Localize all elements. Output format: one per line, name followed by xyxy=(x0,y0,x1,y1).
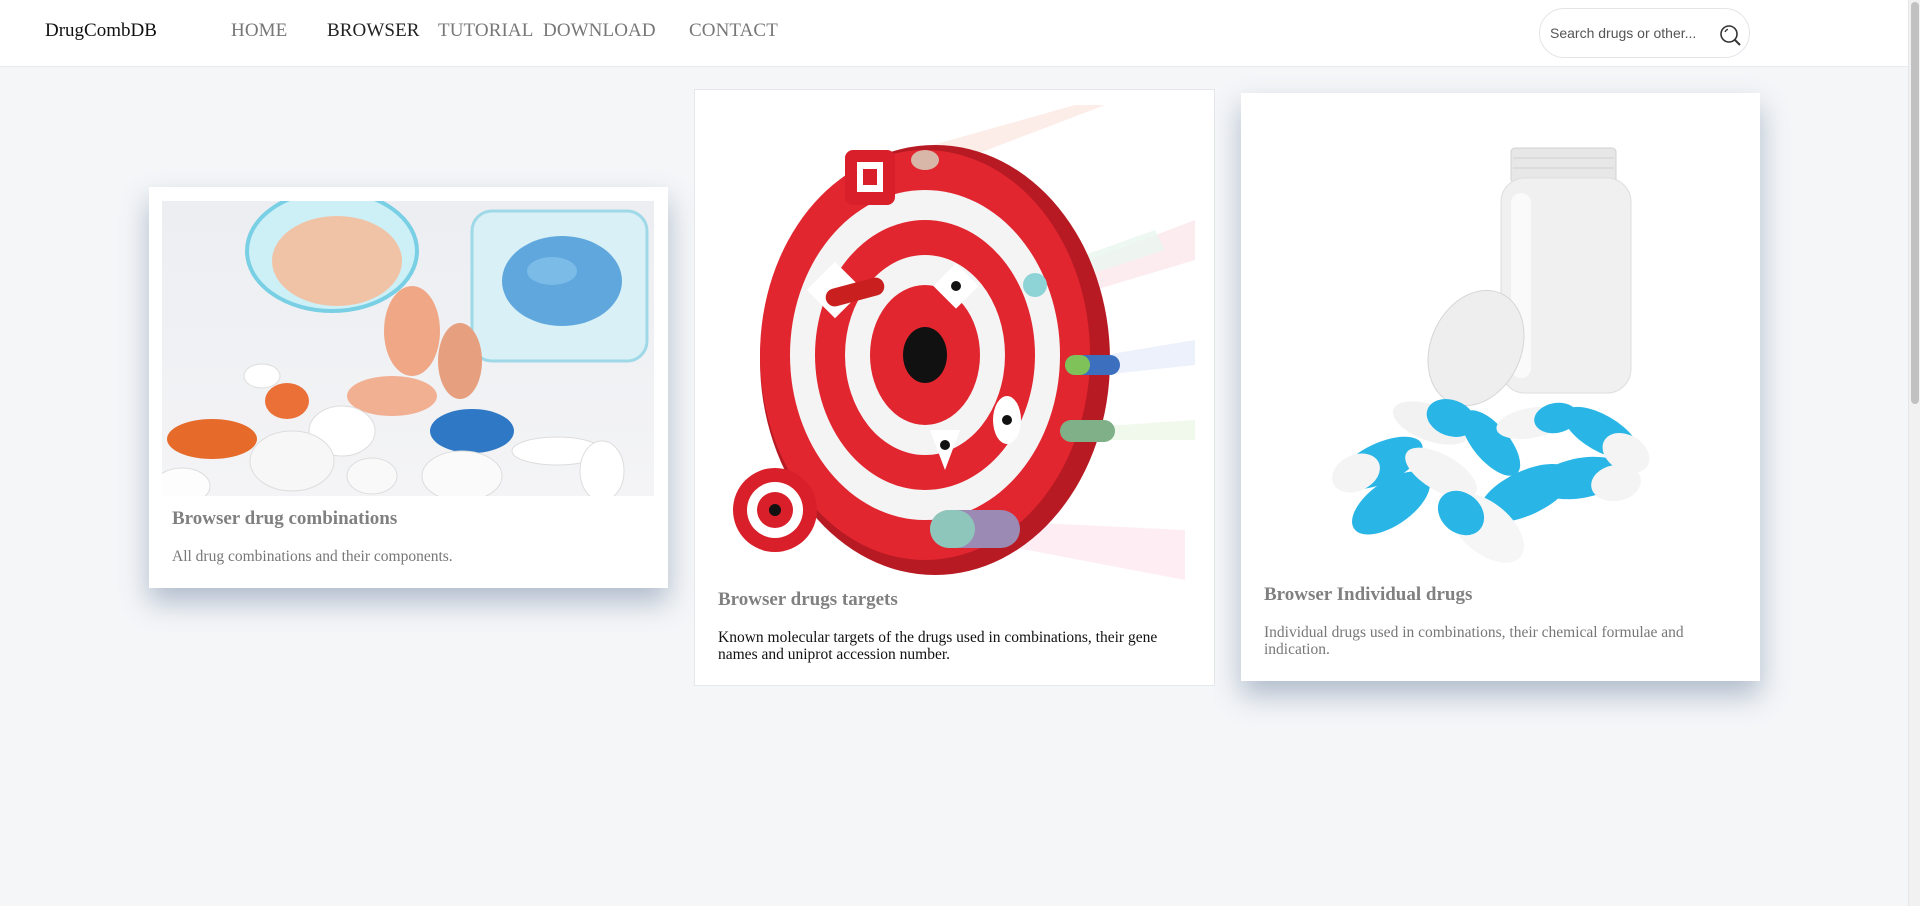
card-title[interactable]: Browser drug combinations xyxy=(172,508,397,530)
capsules-bottle-photo xyxy=(1261,113,1741,573)
card-title[interactable]: Browser Individual drugs xyxy=(1264,584,1472,606)
card-drug-combinations[interactable]: Browser drug combinations All drug combi… xyxy=(149,187,668,588)
nav-contact[interactable]: CONTACT xyxy=(689,20,778,42)
nav-tutorial[interactable]: TUTORIAL xyxy=(438,20,533,42)
brand-logo[interactable]: DrugCombDB xyxy=(45,20,157,42)
nav-browser[interactable]: BROWSER xyxy=(327,20,420,42)
target-pills-illustration xyxy=(715,100,1195,590)
card-individual-drugs[interactable]: Browser Individual drugs Individual drug… xyxy=(1241,93,1760,681)
search-input[interactable] xyxy=(1550,21,1720,45)
nav-download[interactable]: DOWNLOAD xyxy=(543,20,656,42)
card-drugs-targets[interactable]: Browser drugs targets Known molecular ta… xyxy=(694,89,1215,686)
nav-home[interactable]: HOME xyxy=(231,20,287,42)
page-scrollbar[interactable] xyxy=(1908,0,1920,906)
card-description: All drug combinations and their componen… xyxy=(172,548,453,565)
search-icon[interactable] xyxy=(1718,23,1742,47)
card-description: Known molecular targets of the drugs use… xyxy=(718,629,1158,663)
top-navbar: DrugCombDB HOME BROWSER TUTORIAL DOWNLOA… xyxy=(0,0,1908,67)
card-description: Individual drugs used in combinations, t… xyxy=(1264,624,1684,658)
scrollbar-thumb[interactable] xyxy=(1911,2,1919,404)
search-box xyxy=(1539,8,1750,58)
card-title[interactable]: Browser drugs targets xyxy=(718,589,898,611)
pill-bottles-photo xyxy=(162,201,654,496)
